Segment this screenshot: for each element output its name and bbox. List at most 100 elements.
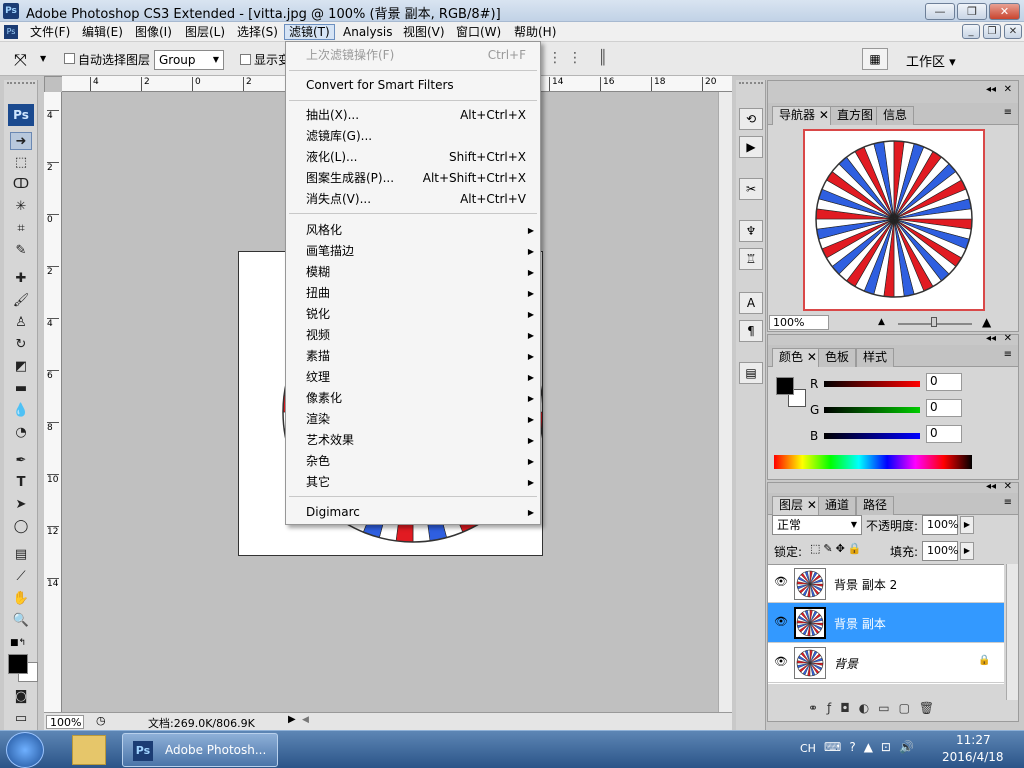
close-icon[interactable]: ✕	[807, 498, 817, 512]
doc-minimize-button[interactable]: _	[962, 24, 980, 39]
doc-restore-button[interactable]: ❐	[983, 24, 1001, 39]
lock-icons[interactable]: ⬚✎✥🔒	[810, 542, 865, 555]
layer-row[interactable]: 👁 背景 副本 2	[768, 565, 1004, 603]
vertical-ruler[interactable]: 4 2 0 2 4 6 8 10 12 14	[44, 92, 62, 712]
opacity-arrow-icon[interactable]: ▶	[960, 516, 974, 534]
workspace-menu[interactable]: 工作区 ▾	[906, 51, 956, 70]
tab-histogram[interactable]: 直方图	[830, 106, 881, 125]
clone-source-icon[interactable]: ♖	[739, 248, 763, 270]
zoom-in-icon[interactable]: ▲	[982, 315, 991, 329]
blend-mode-dropdown[interactable]: 正常 ▼	[772, 515, 862, 535]
crop-tool-icon[interactable]: ⌗	[10, 220, 32, 238]
layer-row-selected[interactable]: 👁 背景 副本	[768, 603, 1004, 643]
menu-help[interactable]: 帮助(H)	[510, 24, 560, 40]
tool-preset-chevron-icon[interactable]: ▼	[40, 54, 46, 63]
layers-scrollbar[interactable]	[1006, 564, 1018, 700]
panel-menu-icon[interactable]: ≡	[1004, 349, 1012, 360]
navigator-preview[interactable]	[803, 129, 985, 311]
collapse-icon[interactable]: ◂◂	[986, 481, 996, 492]
zoom-field[interactable]: 100%	[46, 715, 84, 729]
foreground-color-swatch[interactable]	[8, 654, 28, 674]
tab-channels[interactable]: 通道	[818, 496, 857, 515]
b-slider[interactable]	[824, 433, 920, 439]
auto-select-dropdown[interactable]: Group ▼	[154, 50, 224, 70]
type-tool-icon[interactable]: T	[10, 474, 32, 492]
eye-icon[interactable]: 👁	[774, 575, 788, 588]
eye-icon[interactable]: 👁	[774, 655, 788, 668]
tab-styles[interactable]: 样式	[856, 348, 895, 367]
default-colors-icon[interactable]: ■↰	[10, 638, 26, 648]
language-indicator[interactable]: CH	[800, 742, 816, 755]
submenu-noise[interactable]: 杂色 ▶	[306, 451, 534, 472]
eyedropper-tool-icon[interactable]: ⟋	[10, 568, 32, 586]
zoom-out-icon[interactable]: ▲	[878, 317, 885, 327]
taskbar-photoshop-button[interactable]: Ps Adobe Photosh...	[122, 733, 278, 767]
clone-stamp-icon[interactable]: ♙	[10, 314, 32, 332]
submenu-video[interactable]: 视频 ▶	[306, 325, 534, 346]
brushes-panel-icon[interactable]: ♆	[739, 220, 763, 242]
history-brush-icon[interactable]: ↻	[10, 336, 32, 354]
collapse-icon[interactable]: ◂◂	[986, 84, 996, 95]
ps-menu-icon[interactable]: Ps	[4, 25, 18, 39]
layer-row[interactable]: 👁 背景 🔒	[768, 643, 1004, 683]
restore-button[interactable]: ❐	[957, 3, 987, 20]
quick-mask-icon[interactable]: ◙	[10, 688, 32, 706]
healing-brush-icon[interactable]: ✚	[10, 270, 32, 288]
tab-swatches[interactable]: 色板	[818, 348, 857, 367]
status-icon[interactable]: ◷	[96, 714, 106, 727]
auto-select-checkbox[interactable]	[64, 53, 75, 64]
zoom-tool-icon[interactable]: 🔍	[10, 612, 32, 630]
submenu-render[interactable]: 渲染 ▶	[306, 409, 534, 430]
actions-panel-icon[interactable]: ▶	[739, 136, 763, 158]
menu-image[interactable]: 图像(I)	[131, 24, 176, 40]
filter-vanishing-point[interactable]: 消失点(V)... Alt+Ctrl+V	[306, 189, 526, 210]
g-slider[interactable]	[824, 407, 920, 413]
layer-comps-icon[interactable]: ▤	[739, 362, 763, 384]
hand-tool-icon[interactable]: ✋	[10, 590, 32, 608]
submenu-distort[interactable]: 扭曲 ▶	[306, 283, 534, 304]
zoom-slider-thumb[interactable]	[931, 317, 937, 327]
gradient-tool-icon[interactable]: ▬	[10, 380, 32, 398]
tab-navigator[interactable]: 导航器 ✕	[772, 106, 836, 125]
show-transform-checkbox[interactable]	[240, 54, 251, 65]
r-value[interactable]: 0	[926, 373, 962, 391]
menu-edit[interactable]: 编辑(E)	[78, 24, 127, 40]
menu-file[interactable]: 文件(F)	[26, 24, 74, 40]
doc-close-button[interactable]: ✕	[1004, 24, 1022, 39]
filter-extract[interactable]: 抽出(X)... Alt+Ctrl+X	[306, 105, 526, 126]
panel-menu-icon[interactable]: ≡	[1004, 497, 1012, 508]
submenu-artistic[interactable]: 艺术效果 ▶	[306, 430, 534, 451]
submenu-stylize[interactable]: 风格化 ▶	[306, 220, 534, 241]
submenu-sharpen[interactable]: 锐化 ▶	[306, 304, 534, 325]
eye-icon[interactable]: 👁	[774, 615, 788, 628]
fill-arrow-icon[interactable]: ▶	[960, 542, 974, 560]
navigator-zoom-field[interactable]: 100%	[769, 315, 829, 330]
tab-layers[interactable]: 图层 ✕	[772, 496, 824, 515]
dock-grip[interactable]	[739, 82, 763, 88]
minimize-button[interactable]: —	[925, 3, 955, 20]
g-value[interactable]: 0	[926, 399, 962, 417]
menu-view[interactable]: 视图(V)	[399, 24, 449, 40]
close-icon[interactable]: ✕	[819, 108, 829, 122]
hscroll-left-icon[interactable]: ◀	[302, 715, 309, 725]
submenu-sketch[interactable]: 素描 ▶	[306, 346, 534, 367]
submenu-texture[interactable]: 纹理 ▶	[306, 367, 534, 388]
tool-presets-icon[interactable]: ✂	[739, 178, 763, 200]
filter-last-filter[interactable]: 上次滤镜操作(F) Ctrl+F	[306, 45, 526, 66]
submenu-other[interactable]: 其它 ▶	[306, 472, 534, 493]
collapse-icon[interactable]: ◂◂	[986, 333, 996, 344]
path-selection-icon[interactable]: ➤	[10, 496, 32, 514]
tab-paths[interactable]: 路径	[856, 496, 895, 515]
tab-info[interactable]: 信息	[876, 106, 915, 125]
foreground-color-swatch[interactable]	[776, 377, 794, 395]
brush-tool-icon[interactable]: 🖌	[10, 292, 32, 310]
submenu-pixelate[interactable]: 像素化 ▶	[306, 388, 534, 409]
submenu-digimarc[interactable]: Digimarc ▶	[306, 502, 534, 523]
magic-wand-tool-icon[interactable]: ✳	[10, 198, 32, 216]
close-icon[interactable]: ✕	[807, 350, 817, 364]
close-button[interactable]: ✕	[989, 3, 1020, 20]
paragraph-panel-icon[interactable]: ¶	[739, 320, 763, 342]
slice-tool-icon[interactable]: ✎	[10, 242, 32, 260]
submenu-brush-strokes[interactable]: 画笔描边 ▶	[306, 241, 534, 262]
submenu-blur[interactable]: 模糊 ▶	[306, 262, 534, 283]
